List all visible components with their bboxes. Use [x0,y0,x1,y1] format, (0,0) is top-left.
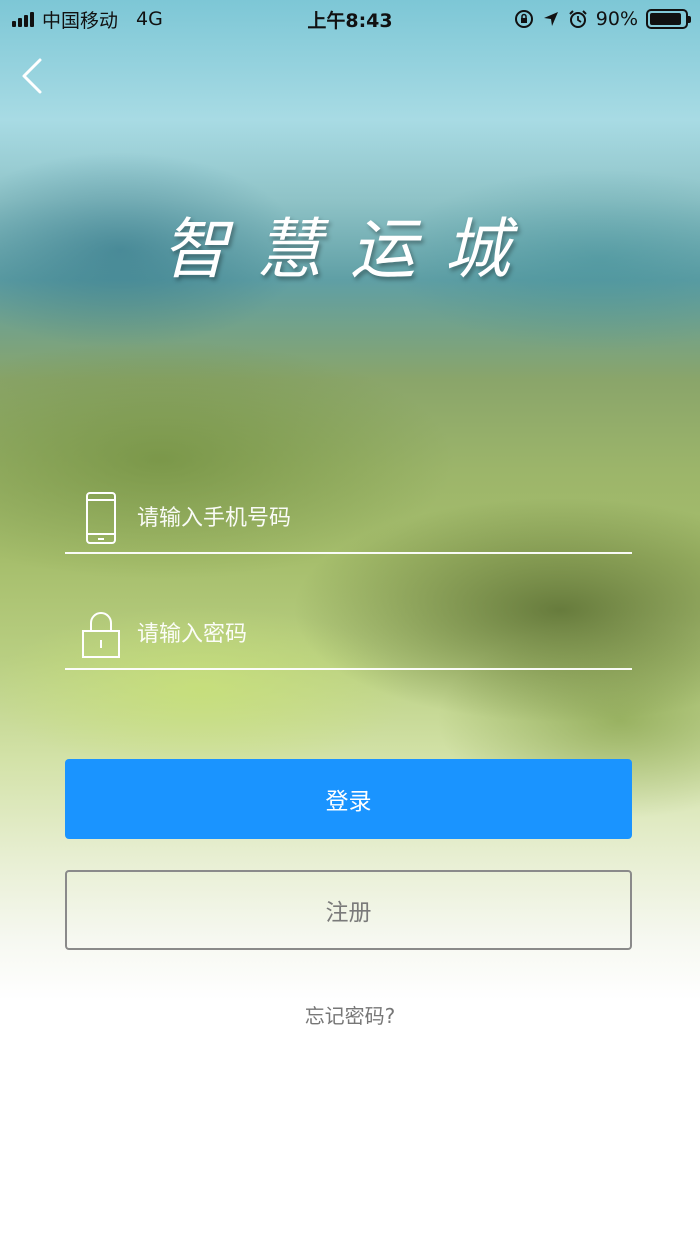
lock-icon [82,612,120,658]
app-title-logo: 智慧运城 [162,211,538,288]
status-bar: 中国移动 4G 上午8:43 90% [0,0,700,38]
signal-icon [12,11,34,27]
alarm-icon [569,10,587,28]
lock-icon-wrap [65,609,137,659]
battery-icon [646,9,691,29]
back-button[interactable] [14,54,54,98]
status-right: 90% [514,8,691,30]
battery-percent: 90% [595,8,638,30]
phone-field[interactable] [65,484,632,554]
carrier-label: 中国移动 [42,9,119,32]
password-field[interactable] [65,600,632,670]
network-label: 4G [136,8,163,30]
password-input[interactable] [137,621,632,647]
register-button[interactable]: 注册 [65,870,632,950]
phone-input[interactable] [137,505,632,531]
phone-icon [86,492,116,544]
register-button-label: 注册 [325,900,372,926]
login-button[interactable]: 登录 [65,759,632,839]
phone-icon-wrap [65,491,137,545]
login-button-label: 登录 [325,789,372,815]
forgot-password-link[interactable]: 忘记密码? [0,1000,700,1029]
battery-fill [650,13,681,25]
back-chevron-icon [22,58,42,94]
orientation-lock-icon [514,10,533,28]
location-arrow-icon [543,12,558,26]
status-left: 中国移动 4G [12,6,163,33]
